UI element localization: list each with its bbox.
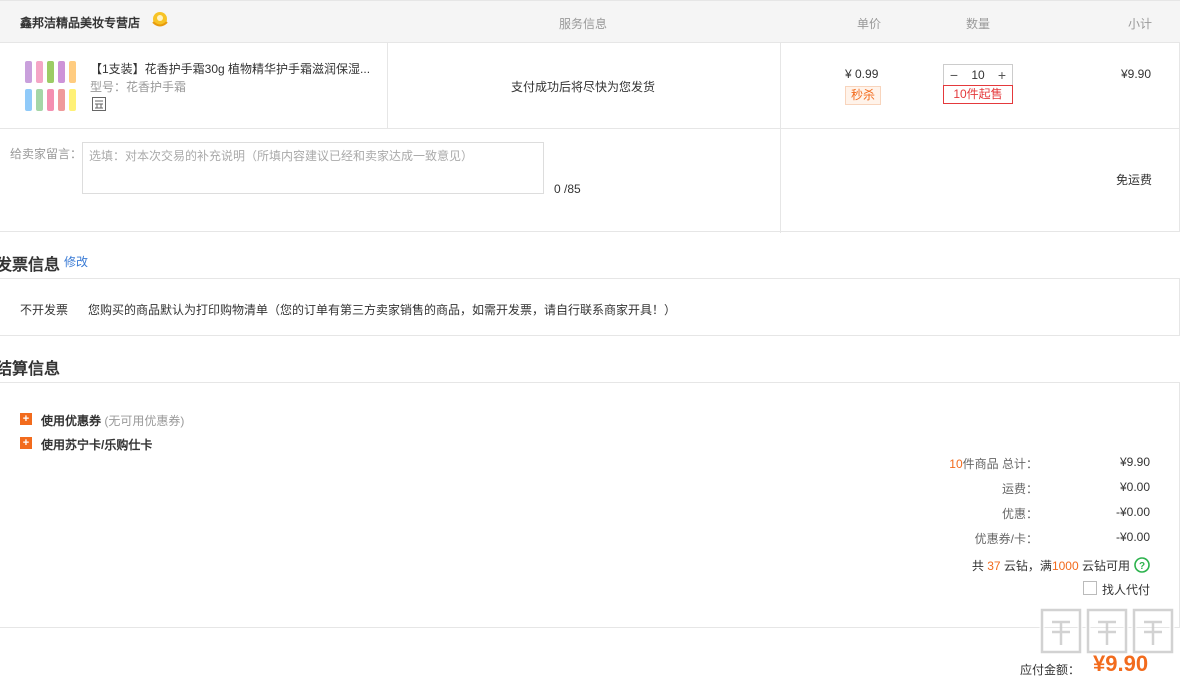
coupon-card-label: 优惠券/卡： xyxy=(974,532,1038,546)
decrease-button[interactable]: − xyxy=(944,65,964,85)
order-panel: 鑫邦洁精品美妆专营店 服务信息 单价 数量 小计 【1支装】花香护手霜30g 植… xyxy=(0,0,1180,233)
service-info: 支付成功后将尽快为您发货 xyxy=(511,80,656,94)
unit-price: ¥ 0.99 xyxy=(845,67,879,81)
watermark-logo xyxy=(1039,607,1175,655)
discount-label: 优惠： xyxy=(1001,507,1038,521)
seller-message-input[interactable] xyxy=(82,142,544,194)
expand-plus-icon[interactable]: + xyxy=(20,413,32,425)
col-service-header: 服务信息 xyxy=(559,17,608,31)
col-subtotal-header: 小计 xyxy=(1128,17,1153,31)
product-model: 型号：花香护手霜 xyxy=(90,80,187,94)
cloud-diamond-info: 共 37 云钻，满1000 云钻可用 xyxy=(971,559,1130,573)
shop-name[interactable]: 鑫邦洁精品美妆专营店 xyxy=(20,14,140,31)
invoice-modify-link[interactable]: 修改 xyxy=(64,253,88,270)
return-policy-icon xyxy=(92,97,106,111)
flash-sale-tag: 秒杀 xyxy=(845,86,881,105)
quantity-stepper: − + xyxy=(943,64,1013,86)
product-title[interactable]: 【1支装】花香护手霜30g 植物精华护手霜滋润保湿... xyxy=(90,60,375,77)
invoice-type: 不开发票 xyxy=(20,303,69,317)
increase-button[interactable]: + xyxy=(992,65,1012,85)
use-coupon-option[interactable]: 使用优惠券 (无可用优惠券) xyxy=(41,412,184,429)
svg-text:?: ? xyxy=(1139,561,1145,572)
total-label: 10件商品 总计： xyxy=(949,457,1038,471)
divider xyxy=(387,43,388,128)
freight-value: ¥0.00 xyxy=(1119,480,1150,494)
total-value: ¥9.90 xyxy=(1119,455,1150,469)
coupon-card-value: -¥0.00 xyxy=(1115,530,1150,544)
freight-label: 运费： xyxy=(1001,482,1038,496)
invoice-note: 您购买的商品默认为打印购物清单（您的订单有第三方卖家销售的商品，如需开发票，请自… xyxy=(88,303,677,317)
shipping-fee: 免运费 xyxy=(1116,173,1153,187)
item-subtotal: ¥9.90 xyxy=(1121,67,1152,81)
invoice-panel: 不开发票 您购买的商品默认为打印购物清单（您的订单有第三方卖家销售的商品，如需开… xyxy=(0,278,1180,336)
quantity-input[interactable] xyxy=(964,65,992,85)
message-char-count: 0 /85 xyxy=(554,182,581,196)
expand-plus-icon[interactable]: + xyxy=(20,437,32,449)
discount-value: -¥0.00 xyxy=(1115,505,1150,519)
col-quantity-header: 数量 xyxy=(966,17,991,31)
proxy-pay-checkbox[interactable] xyxy=(1083,581,1097,595)
product-thumbnail[interactable] xyxy=(22,58,80,116)
divider xyxy=(780,43,781,233)
min-order-tag: 10件起售 xyxy=(943,85,1013,104)
proxy-pay-label[interactable]: 找人代付 xyxy=(1102,581,1150,598)
use-card-option[interactable]: 使用苏宁卡/乐购仕卡 xyxy=(41,436,152,453)
order-header: 鑫邦洁精品美妆专营店 服务信息 单价 数量 小计 xyxy=(0,1,1180,43)
invoice-section-title: 发票信息 xyxy=(0,257,61,274)
help-icon[interactable]: ? xyxy=(1134,557,1150,573)
product-row: 【1支装】花香护手霜30g 植物精华护手霜滋润保湿... 型号：花香护手霜 支付… xyxy=(0,43,1180,233)
shop-badge-icon xyxy=(152,12,168,27)
message-label: 给卖家留言： xyxy=(10,147,83,161)
col-price-header: 单价 xyxy=(857,17,882,31)
settlement-section-title: 结算信息 xyxy=(0,361,61,378)
